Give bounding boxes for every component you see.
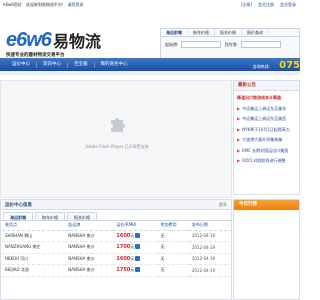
cell-price: 1750元 [113, 264, 158, 277]
cell-port: NANSHA 南沙 [65, 241, 114, 254]
nav-item-toolbox[interactable]: 百宝箱 [68, 61, 95, 68]
tab-truck[interactable]: 拖车价格 [35, 212, 65, 220]
col-date: 发布日期 [188, 221, 232, 231]
detail-icon[interactable] [135, 232, 141, 238]
news-list: 降温出口物流成本计算器 ▶ 中远集运上调远东至美东 ▶ 中远集运上调远东至美西 ▶ N… [234, 91, 299, 169]
site-name: e6w6您好 [3, 2, 22, 7]
cell-extra: 无 [157, 264, 189, 277]
rates-title: 运价中心信息 [5, 202, 32, 208]
news-item[interactable]: ▶ 中远集运上调远东至美东 [237, 104, 296, 115]
cell-loading: HEKOU 河口 [2, 253, 66, 265]
cell-port: NANSHA 南沙 [65, 253, 114, 265]
table-row[interactable]: HEKOU 河口 NANSHA 南沙 1600元 无 2012-04-19 [2, 253, 232, 265]
table-header-row: 装货点 起运港 运价(RMB) 附加费用 发布日期 [2, 221, 232, 231]
tab-customs[interactable]: 报关价格 [67, 212, 97, 220]
rates-panel: 运价中心信息 更多 海运前端 拖车价格 报关价格 装货点 起运港 运价(RMB)… [0, 199, 232, 300]
cell-extra: 无 [157, 241, 189, 254]
cell-port: NANSHA 南沙 [65, 264, 114, 277]
origin-label: 起始港: [165, 41, 179, 47]
detail-icon[interactable] [135, 244, 141, 250]
member-register-link[interactable]: 会员注册 [258, 2, 274, 8]
cell-price: 1700元 [113, 241, 158, 254]
top-links: [注册] 会员注册 会员登录 [241, 2, 296, 8]
news-title: 最新公告 [234, 81, 299, 91]
news-item[interactable]: 降温出口物流成本计算器 [237, 93, 296, 104]
detail-icon[interactable] [135, 255, 141, 261]
rates-table: 装货点 起运港 运价(RMB) 附加费用 发布日期 SHISHAN 狮山 NAN… [2, 221, 232, 277]
cell-date: 2012-04-19 [188, 264, 232, 277]
cell-loading: NANZHUANG 南庄 [2, 241, 66, 254]
col-loading: 装货点 [2, 221, 66, 231]
bullet-icon: ▶ [237, 116, 241, 121]
tab-sea[interactable]: 海运前端 [3, 212, 33, 220]
table-row[interactable]: NANZHUANG 南庄 NANSHA 南沙 1700元 无 2012-04-1… [2, 241, 232, 254]
cell-port: NANSHA 南沙 [65, 230, 114, 242]
table-row[interactable]: SHISHAN 狮山 NANSHA 南沙 1600元 无 2012-04-19 [2, 230, 232, 242]
rates-tabs: 海运前端 拖车价格 报关价格 [1, 212, 231, 221]
sub-nav [0, 71, 300, 75]
search-tabs: 海运前端 拖车价格 报关价格 报价查询 [161, 29, 299, 37]
cell-price: 1600元 [113, 253, 158, 265]
detail-icon[interactable] [135, 267, 141, 273]
today-panel: 今日行情 [233, 199, 300, 300]
nav-item-rates[interactable]: 运价中心 [6, 61, 37, 68]
cell-price: 1600元 [113, 230, 158, 242]
search-tab-sea[interactable]: 海运前端 [161, 29, 188, 36]
nav-item-business[interactable]: 我的商务中心 [95, 62, 134, 68]
cell-date: 2012-04-19 [188, 253, 232, 265]
news-item[interactable]: ▶ 宁波港大量外贸集装箱 [237, 135, 296, 146]
flash-message: Adobe Flash Player 已不再受支持 [85, 144, 149, 149]
top-bar: e6w6您好 欢迎来到易物流平台! 请您登录 [注册] 会员注册 会员登录 [0, 0, 300, 10]
member-login-link[interactable]: 会员登录 [280, 2, 296, 8]
more-link[interactable]: 更多 [219, 202, 227, 208]
greeting-text: 欢迎来到易物流平台! [25, 2, 64, 7]
search-tab-truck[interactable]: 拖车价格 [188, 29, 215, 36]
col-port: 起运港 [65, 221, 114, 231]
bullet-icon: ▶ [237, 158, 241, 163]
flash-banner: Adobe Flash Player 已不再受支持 [0, 80, 232, 198]
login-link[interactable]: 请您登录 [67, 2, 83, 8]
cell-date: 2012-04-19 [188, 241, 232, 254]
logo[interactable]: e6w6 易物流 [6, 28, 101, 52]
table-row[interactable]: BEIJIAO 北滘 NANSHA 南沙 1750元 无 2012-04-19 [2, 264, 232, 277]
logo-text: 易物流 [52, 32, 101, 51]
search-tab-quote[interactable]: 报价查询 [242, 29, 269, 36]
rates-header: 运价中心信息 更多 [1, 200, 231, 210]
news-panel: 最新公告 降温出口物流成本计算器 ▶ 中远集运上调远东至美东 ▶ 中远集运上调远东至… [233, 80, 300, 195]
news-item[interactable]: ▶ NYK将于10月1日起提高大 [237, 125, 296, 136]
nav-item-news[interactable]: 资讯中心 [37, 61, 68, 68]
news-item[interactable]: ▶ EMC 长期对国运出口美国 [237, 146, 296, 157]
search-row: 起始港: 目的港: [161, 37, 299, 48]
logo-mark: e6w6 [6, 28, 52, 51]
col-price: 运价(RMB) [113, 221, 158, 231]
cell-date: 2012-04-19 [188, 230, 232, 242]
bullet-icon: ▶ [237, 105, 241, 111]
dest-input[interactable] [240, 41, 281, 48]
news-item[interactable]: ▶ OOCL对欧航线进行调整 [237, 156, 296, 167]
origin-input[interactable] [181, 41, 222, 48]
today-title: 今日行情 [234, 200, 299, 210]
header: e6w6 易物流 快速专业的建材物流交易平台 www.e6w6.com 海运前端… [0, 10, 300, 66]
main-nav: 运价中心 资讯中心 百宝箱 我的商务中心 [0, 58, 300, 71]
col-extra: 附加费用 [157, 221, 189, 231]
cell-extra: 无 [157, 230, 189, 242]
bullet-icon: ▶ [237, 126, 241, 132]
dest-label: 目的港: [224, 41, 238, 47]
bullet-icon: ▶ [237, 147, 241, 153]
cell-extra: 无 [157, 253, 189, 265]
cell-loading: SHISHAN 狮山 [2, 230, 66, 242]
bullet-icon: ▶ [237, 137, 241, 142]
news-item[interactable]: ▶ 中远集运上调远东至美西 [237, 114, 296, 125]
cell-loading: BEIJIAO 北滘 [2, 264, 66, 277]
register-link[interactable]: [注册] [241, 2, 252, 8]
search-tab-customs[interactable]: 报关价格 [215, 29, 242, 36]
plugin-icon [111, 118, 125, 132]
